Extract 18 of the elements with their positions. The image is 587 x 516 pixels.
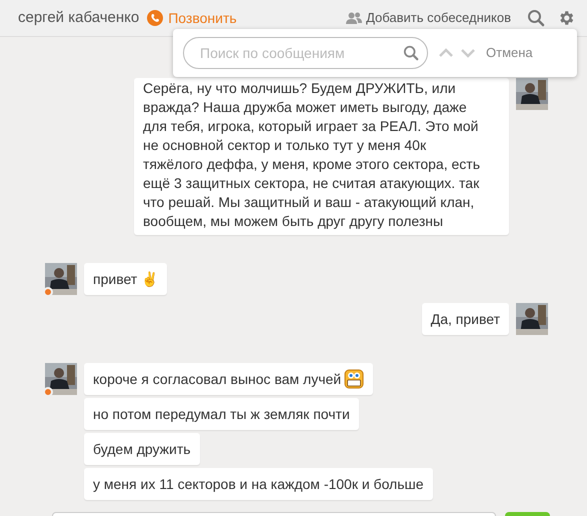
search-field[interactable]: Поиск по сообщениям (183, 37, 428, 69)
people-icon (346, 12, 362, 24)
contact-name: сергей кабаченко (18, 8, 140, 28)
cancel-button[interactable]: Отмена (486, 43, 533, 63)
message-bubble: но потом передумал ты ж земляк почти (84, 398, 359, 430)
message-bubble: Серёга, ну что молчишь? Будем ДРУЖИТЬ, или вражда? Наша дружба может иметь выгоду, даже для тебя, игрока, который играет за РЕАЛ. Это мой не основной сектор и только тут у меня 40к тяжёлого деффа, у меня, кроме этого сектора, есть ещё 3 защитных сектора, не считая атакующих. так что решай. Мы защитный и ваш - атакующий клан, вообщем, мы можем быть друг другу полезны (134, 78, 509, 235)
search-input[interactable]: Поиск по сообщениям (200, 42, 403, 64)
phone-icon (147, 10, 164, 26)
message-bubble: привет ✌ (84, 263, 168, 295)
message-bubble: короче я согласовал вынос вам лучей (84, 363, 374, 395)
search-icon (403, 45, 419, 61)
message-bubble: Да, привет (422, 303, 509, 335)
add-participants-button[interactable]: Добавить собеседников (346, 8, 511, 28)
call-button[interactable]: Позвонить (147, 8, 237, 28)
message-bubble: у меня их 11 секторов и на каждом -100к и больше (84, 468, 433, 500)
search-icon (527, 9, 545, 27)
search-button[interactable] (527, 9, 545, 27)
message-bubble: будем дружить (84, 433, 200, 465)
